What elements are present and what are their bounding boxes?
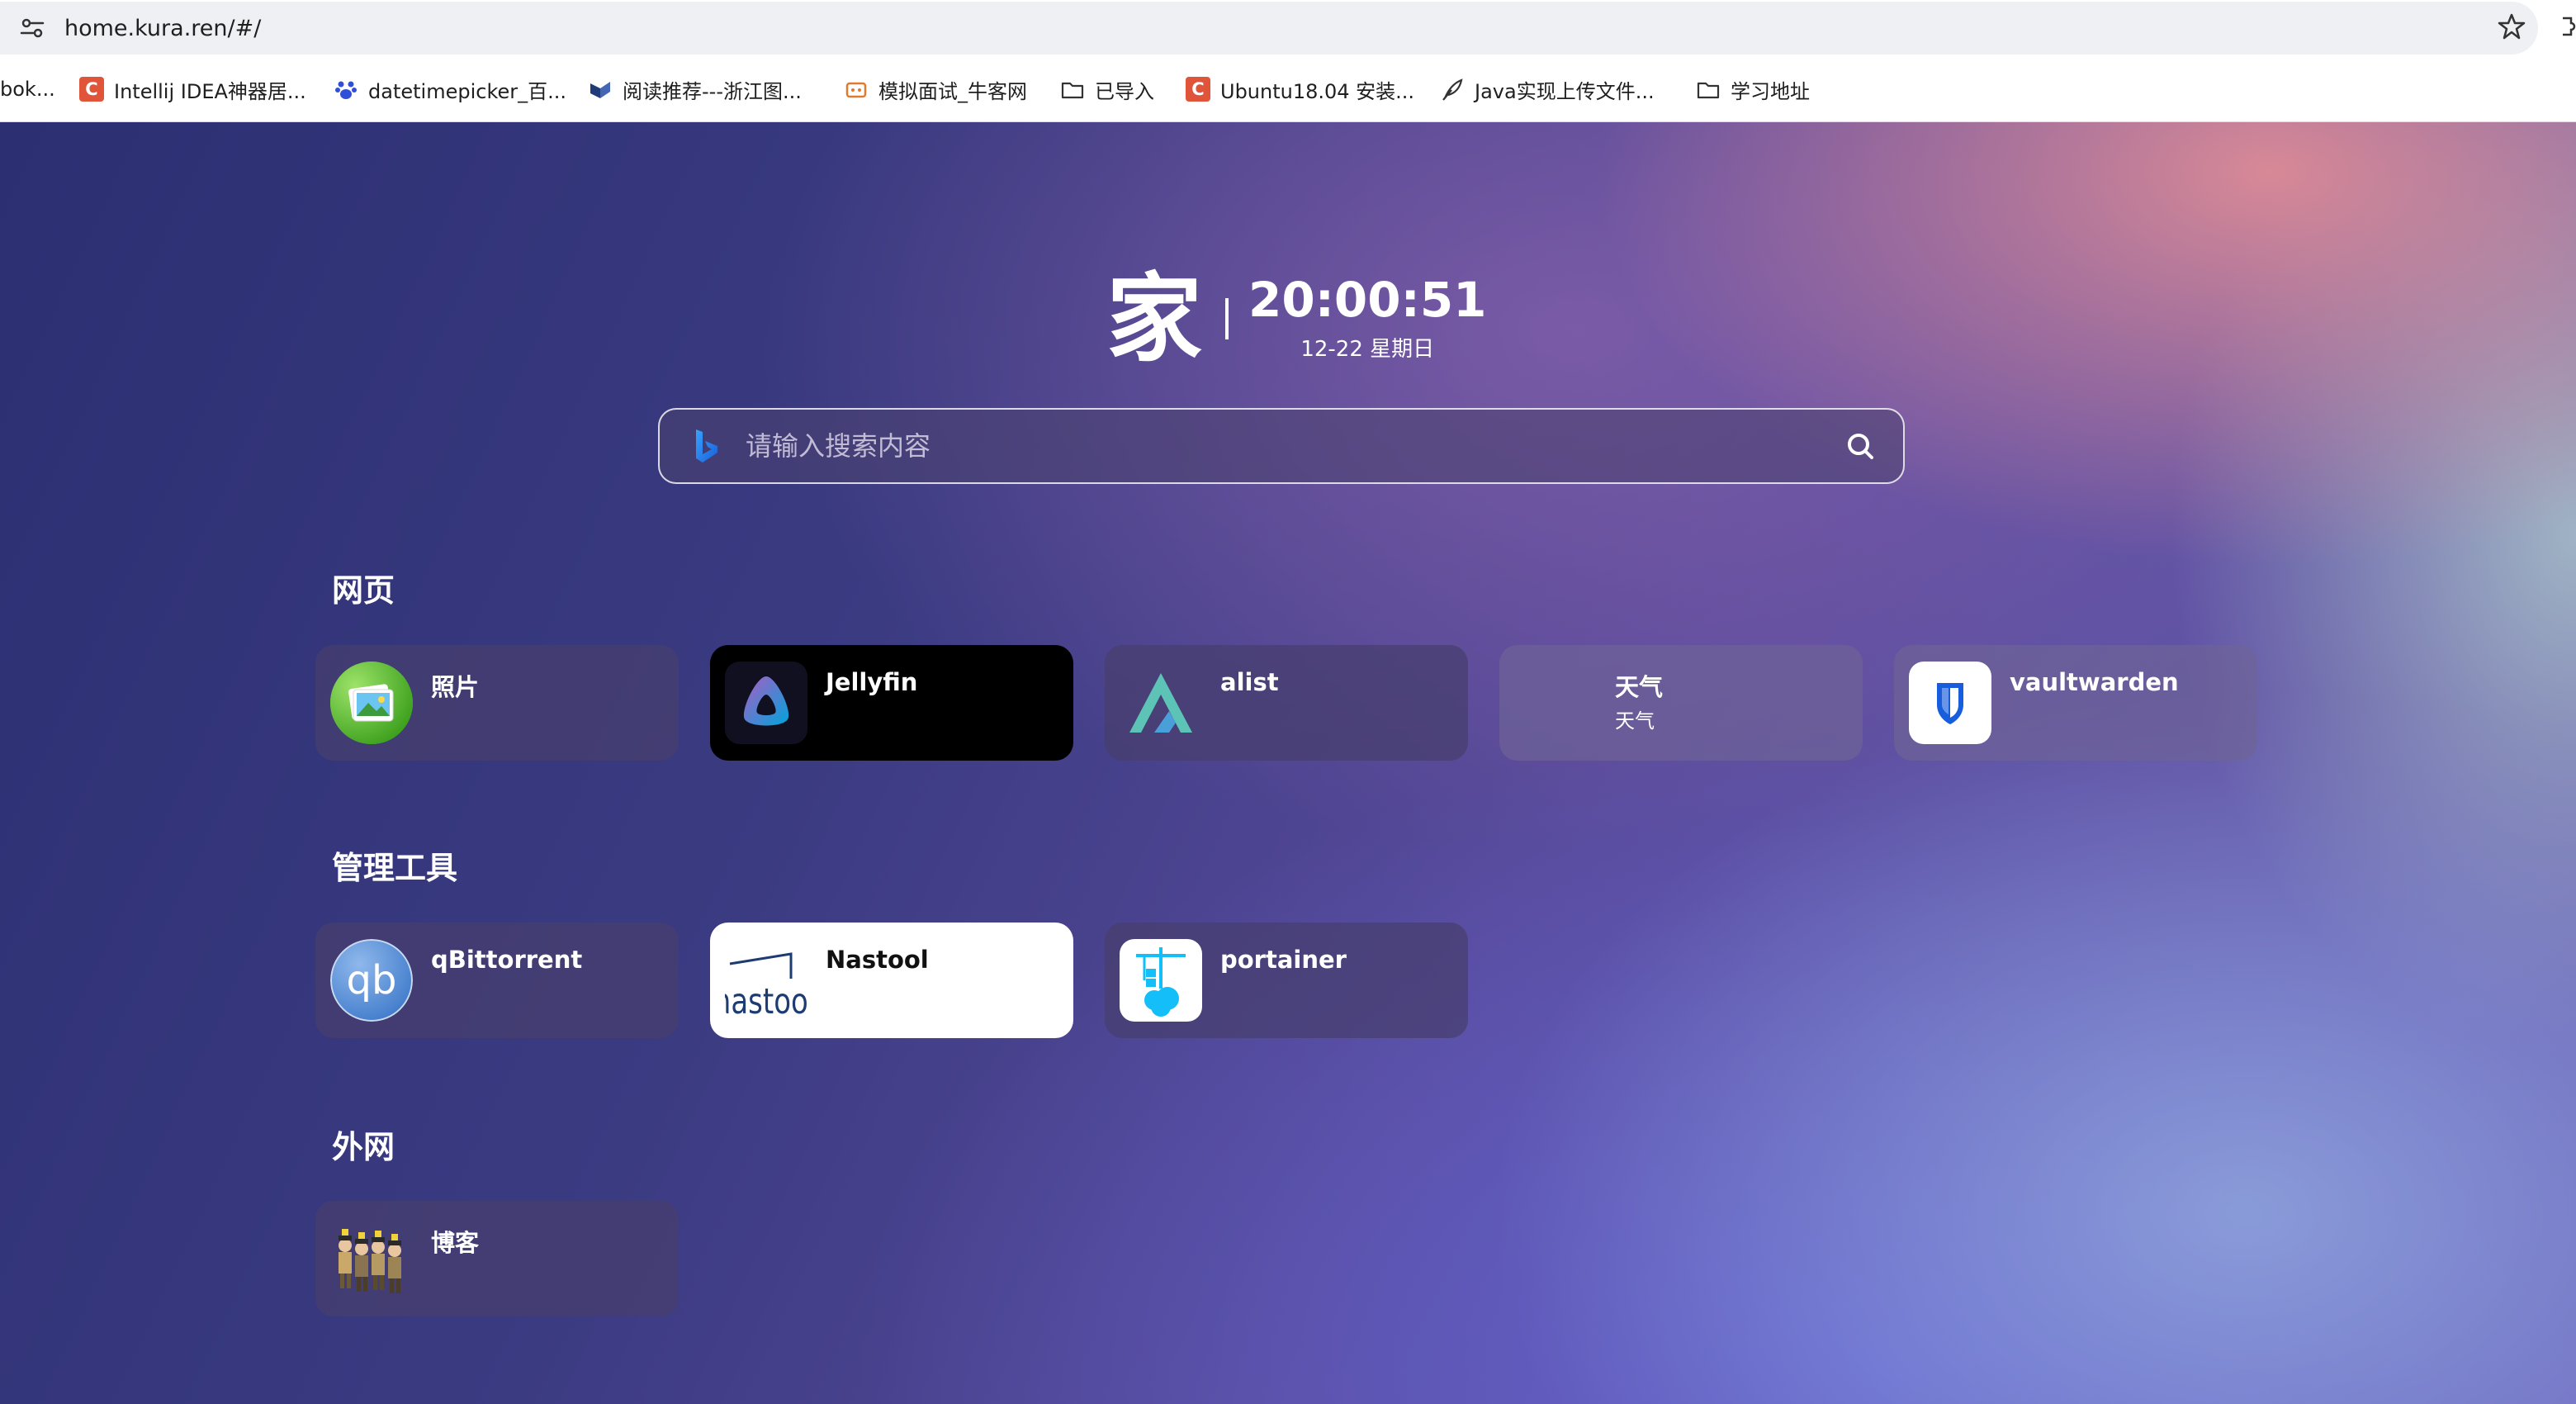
app-card-title: alist — [1220, 668, 1279, 696]
site-settings-icon[interactable] — [18, 14, 46, 42]
url-text[interactable]: home.kura.ren/#/ — [64, 16, 261, 41]
search-icon[interactable] — [1844, 429, 1877, 462]
app-card-title: Nastool — [826, 946, 929, 974]
clock: 20:00:51 12-22 星期日 — [1248, 276, 1487, 363]
baidu-paw-icon — [335, 81, 357, 99]
app-card-title: 照片 — [431, 673, 480, 701]
bookmark-item[interactable]: Java实现上传文件... — [1440, 71, 1655, 107]
qbittorrent-icon: qb — [330, 939, 413, 1022]
app-card-title: vaultwarden — [2010, 668, 2179, 696]
address-bar: home.kura.ren/#/ — [0, 0, 2576, 56]
qbittorrent-icon-text: qb — [347, 957, 397, 1003]
app-card-title: qBittorrent — [431, 946, 583, 974]
portainer-icon — [1120, 939, 1202, 1022]
section-title-admin-tools: 管理工具 — [332, 850, 458, 886]
feather-icon — [1442, 78, 1463, 101]
app-card-qbittorrent[interactable]: qb qBittorrent — [315, 923, 679, 1038]
app-card-portainer[interactable]: portainer — [1105, 923, 1468, 1038]
csdn-icon: C — [1186, 77, 1210, 102]
bookmark-item[interactable]: 阅读推荐---浙江图... — [588, 71, 802, 107]
bing-icon[interactable] — [693, 428, 721, 464]
photos-icon — [330, 662, 413, 744]
library-icon — [590, 82, 610, 98]
extension-icon[interactable] — [2559, 13, 2576, 40]
app-card-jellyfin[interactable]: Jellyfin — [710, 645, 1073, 761]
bookmark-item[interactable]: 学习地址 — [1696, 71, 1810, 107]
search-input[interactable] — [746, 421, 1844, 471]
blog-avatar-icon — [330, 1217, 413, 1300]
app-card-photos[interactable]: 照片 — [315, 645, 679, 761]
bookmark-item[interactable]: C Intellij IDEA神器居... — [79, 71, 306, 107]
app-card-blog[interactable]: 博客 — [315, 1201, 679, 1316]
section-title-external: 外网 — [332, 1129, 395, 1165]
bookmark-label: 阅读推荐---浙江图... — [623, 79, 802, 103]
bookmark-label: Intellij IDEA神器居... — [114, 79, 306, 103]
app-card-vaultwarden[interactable]: vaultwarden — [1894, 645, 2257, 761]
vaultwarden-icon — [1909, 662, 1991, 744]
bookmark-star-icon[interactable] — [2497, 12, 2526, 41]
bookmark-item[interactable]: bok... — [0, 71, 55, 107]
jellyfin-icon — [725, 662, 807, 744]
nastool-icon: nastool — [725, 939, 807, 1022]
bookmark-item[interactable]: 模拟面试_牛客网 — [844, 71, 1027, 107]
bookmark-label: Java实现上传文件... — [1475, 79, 1655, 103]
header: 家 20:00:51 12-22 星期日 — [1106, 269, 1487, 368]
search-bar — [658, 408, 1905, 484]
nowcoder-icon — [845, 82, 867, 98]
app-card-title: 博客 — [431, 1229, 480, 1257]
folder-icon — [1697, 82, 1720, 99]
bookmark-label: 学习地址 — [1731, 79, 1810, 103]
bookmark-label: datetimepicker_百... — [368, 79, 566, 103]
bookmark-item[interactable]: datetimepicker_百... — [334, 71, 566, 107]
bookmark-label: 模拟面试_牛客网 — [878, 79, 1027, 103]
nastool-icon-text: nastool — [725, 981, 807, 1022]
homepage: 家 20:00:51 12-22 星期日 网页 — [0, 122, 2576, 1404]
bookmark-item[interactable]: 已导入 — [1060, 71, 1154, 107]
url-field[interactable]: home.kura.ren/#/ — [0, 2, 2538, 55]
bookmark-label: Ubuntu18.04 安装... — [1220, 79, 1415, 103]
app-card-weather[interactable]: 天气 天气 — [1499, 645, 1863, 761]
bookmarks-bar: bok... C Intellij IDEA神器居... datetimepic… — [0, 56, 2576, 122]
section-title-web: 网页 — [332, 572, 395, 609]
app-card-title: Jellyfin — [826, 668, 918, 696]
app-card-title: 天气 — [1615, 673, 1664, 701]
csdn-icon: C — [79, 77, 104, 102]
app-card-subtitle: 天气 — [1615, 709, 1655, 733]
clock-time: 20:00:51 — [1248, 271, 1487, 328]
bookmark-item[interactable]: C Ubuntu18.04 安装... — [1186, 71, 1414, 107]
bookmark-label: 已导入 — [1095, 79, 1154, 103]
clock-date: 12-22 星期日 — [1300, 336, 1435, 362]
bookmark-label: bok... — [0, 78, 55, 101]
alist-icon — [1120, 662, 1202, 744]
header-divider — [1225, 298, 1229, 339]
app-card-nastool[interactable]: nastool Nastool — [710, 923, 1073, 1038]
home-logo: 家 — [1106, 263, 1202, 375]
folder-icon — [1061, 82, 1084, 99]
app-card-alist[interactable]: alist — [1105, 645, 1468, 761]
app-card-title: portainer — [1220, 946, 1347, 974]
